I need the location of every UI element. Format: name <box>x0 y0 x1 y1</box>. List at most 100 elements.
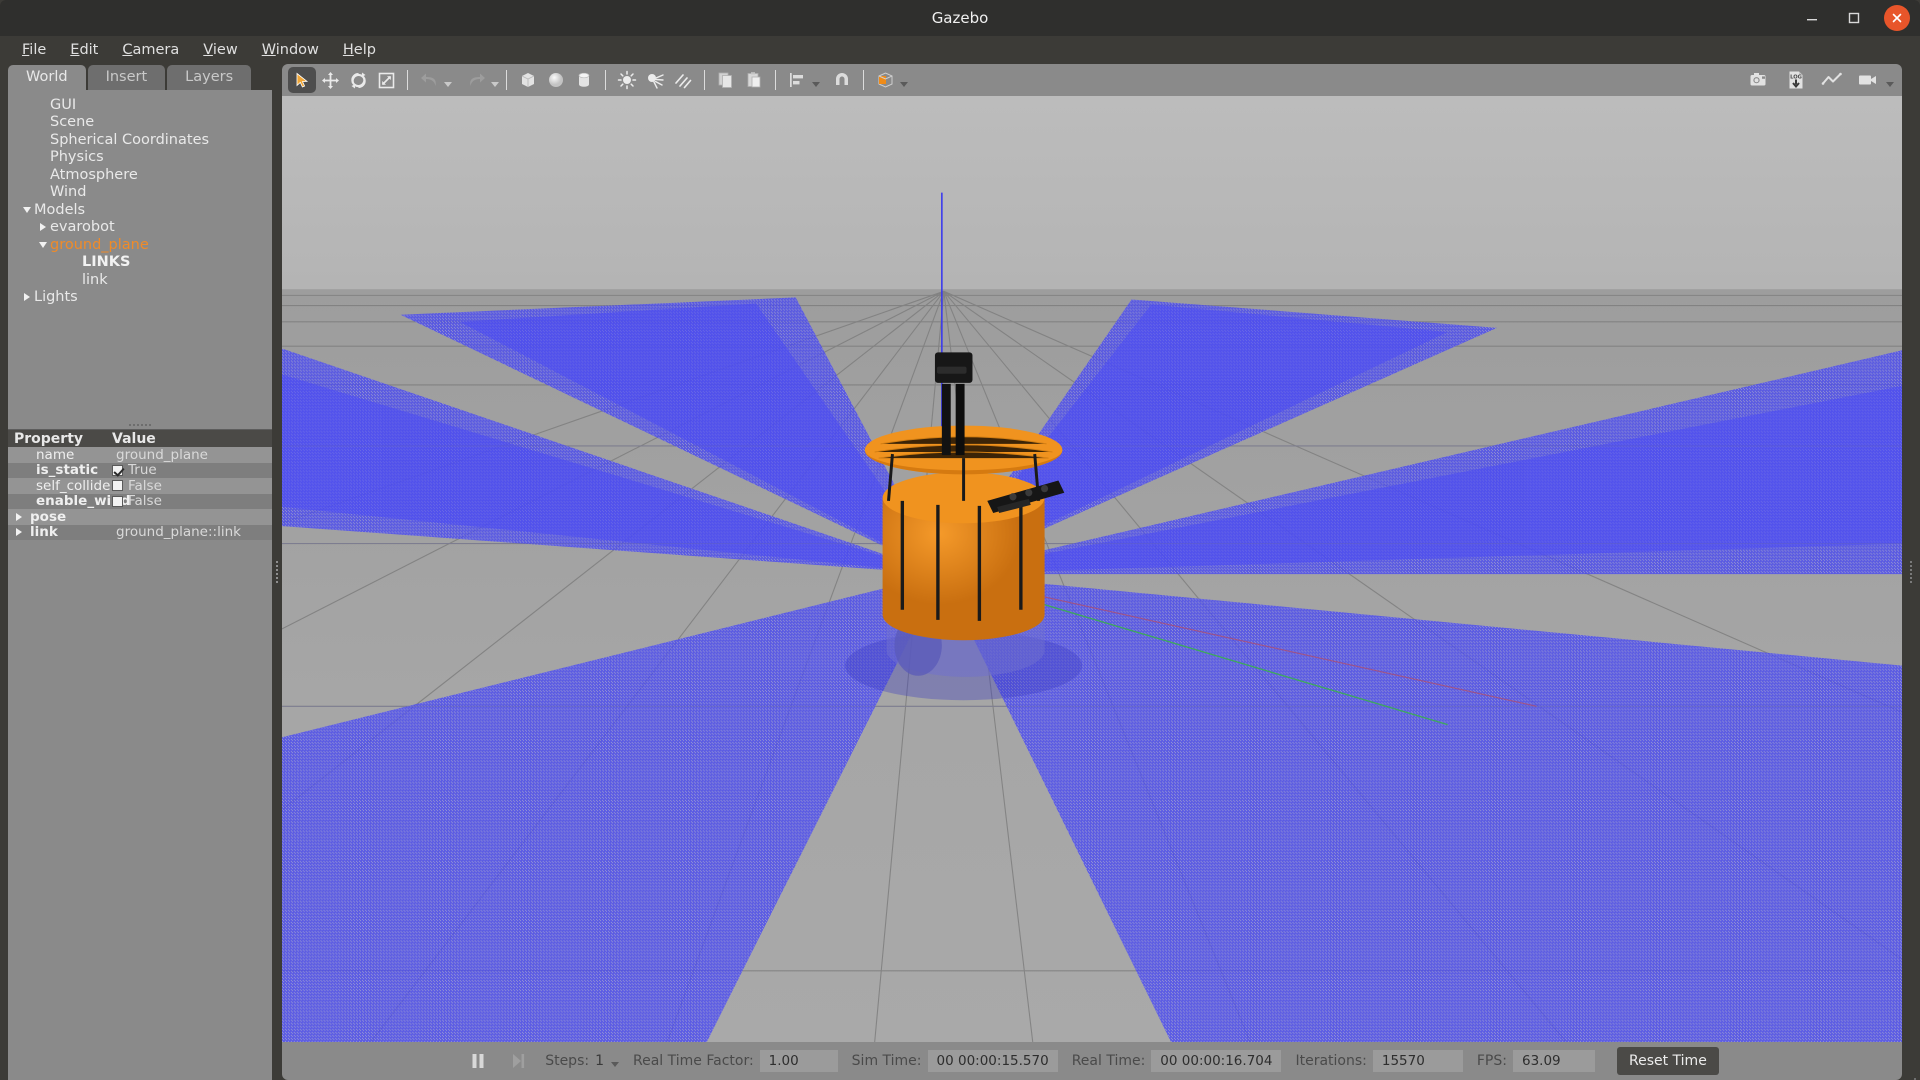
steps-dropdown-caret[interactable] <box>611 1062 619 1067</box>
tree-item-wind[interactable]: Wind <box>8 184 272 202</box>
menu-window[interactable]: Window <box>250 40 331 60</box>
tree-item-link[interactable]: link <box>8 271 272 289</box>
property-value-cell: ground_plane::link <box>108 525 272 541</box>
view-angle-button[interactable] <box>871 67 899 93</box>
menu-edit[interactable]: Edit <box>58 40 110 60</box>
iterations-group: Iterations: 15570 <box>1295 1050 1462 1072</box>
rotate-mode-button[interactable] <box>344 67 372 93</box>
property-key-cell: link <box>8 525 108 541</box>
panel-body: GUISceneSpherical CoordinatesPhysicsAtmo… <box>8 90 272 1080</box>
tab-insert[interactable]: Insert <box>88 65 166 90</box>
undo-dropdown-caret[interactable] <box>444 82 452 87</box>
select-mode-button[interactable] <box>288 67 316 93</box>
undo-button[interactable] <box>415 67 443 93</box>
right-edge-splitter[interactable] <box>1902 64 1920 1080</box>
tree-item-atmosphere[interactable]: Atmosphere <box>8 166 272 184</box>
toolbar-separator-3 <box>605 70 606 90</box>
property-row[interactable]: linkground_plane::link <box>8 525 272 541</box>
insert-sphere-button[interactable] <box>542 67 570 93</box>
close-icon[interactable] <box>1884 5 1910 31</box>
copy-button[interactable] <box>712 67 740 93</box>
tree-item-physics[interactable]: Physics <box>8 149 272 167</box>
real-time-value: 00 00:00:16.704 <box>1151 1050 1281 1072</box>
property-key-label: is_static <box>8 462 98 478</box>
property-key-cell: name <box>8 447 108 463</box>
checkbox[interactable] <box>112 496 123 507</box>
align-dropdown-caret[interactable] <box>812 82 820 87</box>
redo-dropdown-caret[interactable] <box>491 82 499 87</box>
tab-layers[interactable]: Layers <box>167 65 251 90</box>
log-record-button[interactable]: LOG <box>1782 67 1810 93</box>
align-button[interactable] <box>783 67 811 93</box>
tree-item-label: Lights <box>34 289 78 305</box>
property-key-label: self_collide <box>8 478 110 494</box>
fps-value: 63.09 <box>1513 1050 1595 1072</box>
menu-camera[interactable]: Camera <box>110 40 191 60</box>
property-row[interactable]: is_staticTrue <box>8 463 272 479</box>
insert-spot-light-button[interactable] <box>641 67 669 93</box>
chevron-right-icon[interactable] <box>36 223 50 231</box>
real-time-label: Real Time: <box>1072 1053 1146 1069</box>
tree-item-scene[interactable]: Scene <box>8 114 272 132</box>
tab-world[interactable]: World <box>8 65 86 90</box>
tree-item-models[interactable]: Models <box>8 201 272 219</box>
tree-item-links[interactable]: LINKS <box>8 254 272 272</box>
menu-camera-rest: amera <box>133 42 180 58</box>
tree-item-spherical-coordinates[interactable]: Spherical Coordinates <box>8 131 272 149</box>
insert-point-light-button[interactable] <box>613 67 641 93</box>
screenshot-button[interactable] <box>1746 67 1774 93</box>
redo-button[interactable] <box>462 67 490 93</box>
property-row[interactable]: enable_windFalse <box>8 494 272 510</box>
property-value-cell: False <box>108 478 272 494</box>
translate-mode-button[interactable] <box>316 67 344 93</box>
maximize-icon[interactable] <box>1842 6 1866 30</box>
snap-button[interactable] <box>828 67 856 93</box>
vertical-splitter[interactable] <box>272 64 282 1080</box>
value-column-header: Value <box>108 430 272 447</box>
tree-item-label: ground_plane <box>50 237 149 253</box>
window-controls <box>1800 0 1910 36</box>
tree-item-lights[interactable]: Lights <box>8 289 272 307</box>
property-value-cell: ground_plane <box>108 447 272 463</box>
pause-button[interactable] <box>465 1049 491 1073</box>
plot-button[interactable] <box>1818 67 1846 93</box>
chevron-right-icon[interactable] <box>20 293 34 301</box>
checkbox[interactable] <box>112 480 123 491</box>
step-button[interactable] <box>505 1049 531 1073</box>
property-row[interactable]: nameground_plane <box>8 447 272 463</box>
tree-item-ground-plane[interactable]: ground_plane <box>8 236 272 254</box>
menu-help[interactable]: Help <box>331 40 388 60</box>
menu-view[interactable]: View <box>191 40 249 60</box>
property-row[interactable]: self_collideFalse <box>8 478 272 494</box>
tree-item-evarobot[interactable]: evarobot <box>8 219 272 237</box>
tree-item-label: GUI <box>50 97 76 113</box>
scale-mode-button[interactable] <box>372 67 400 93</box>
chevron-right-icon[interactable] <box>8 528 30 536</box>
property-value-label: ground_plane <box>112 447 208 463</box>
menu-file[interactable]: File <box>10 40 58 60</box>
insert-cylinder-button[interactable] <box>570 67 598 93</box>
property-value-cell: False <box>108 494 272 510</box>
sim-time-value: 00 00:00:15.570 <box>928 1050 1058 1072</box>
minimize-icon[interactable] <box>1800 6 1824 30</box>
checkbox[interactable] <box>112 465 123 476</box>
tree-item-gui[interactable]: GUI <box>8 96 272 114</box>
chevron-down-icon[interactable] <box>36 242 50 248</box>
insert-box-button[interactable] <box>514 67 542 93</box>
paste-button[interactable] <box>740 67 768 93</box>
tree-item-label: link <box>82 272 108 288</box>
steps-value[interactable]: 1 <box>595 1053 604 1069</box>
chevron-down-icon[interactable] <box>20 207 34 213</box>
world-tree[interactable]: GUISceneSpherical CoordinatesPhysicsAtmo… <box>8 90 272 420</box>
property-key-cell: enable_wind <box>8 494 108 510</box>
sky <box>282 96 1902 289</box>
chevron-right-icon[interactable] <box>8 513 30 521</box>
video-dropdown-caret[interactable] <box>1886 82 1894 87</box>
view-angle-dropdown-caret[interactable] <box>900 82 908 87</box>
insert-directional-light-button[interactable] <box>669 67 697 93</box>
reset-time-button[interactable]: Reset Time <box>1617 1047 1719 1075</box>
video-record-button[interactable] <box>1854 67 1882 93</box>
render-viewport[interactable] <box>282 96 1902 1042</box>
panel-splitter-handle[interactable] <box>8 420 272 429</box>
property-row[interactable]: pose <box>8 509 272 525</box>
